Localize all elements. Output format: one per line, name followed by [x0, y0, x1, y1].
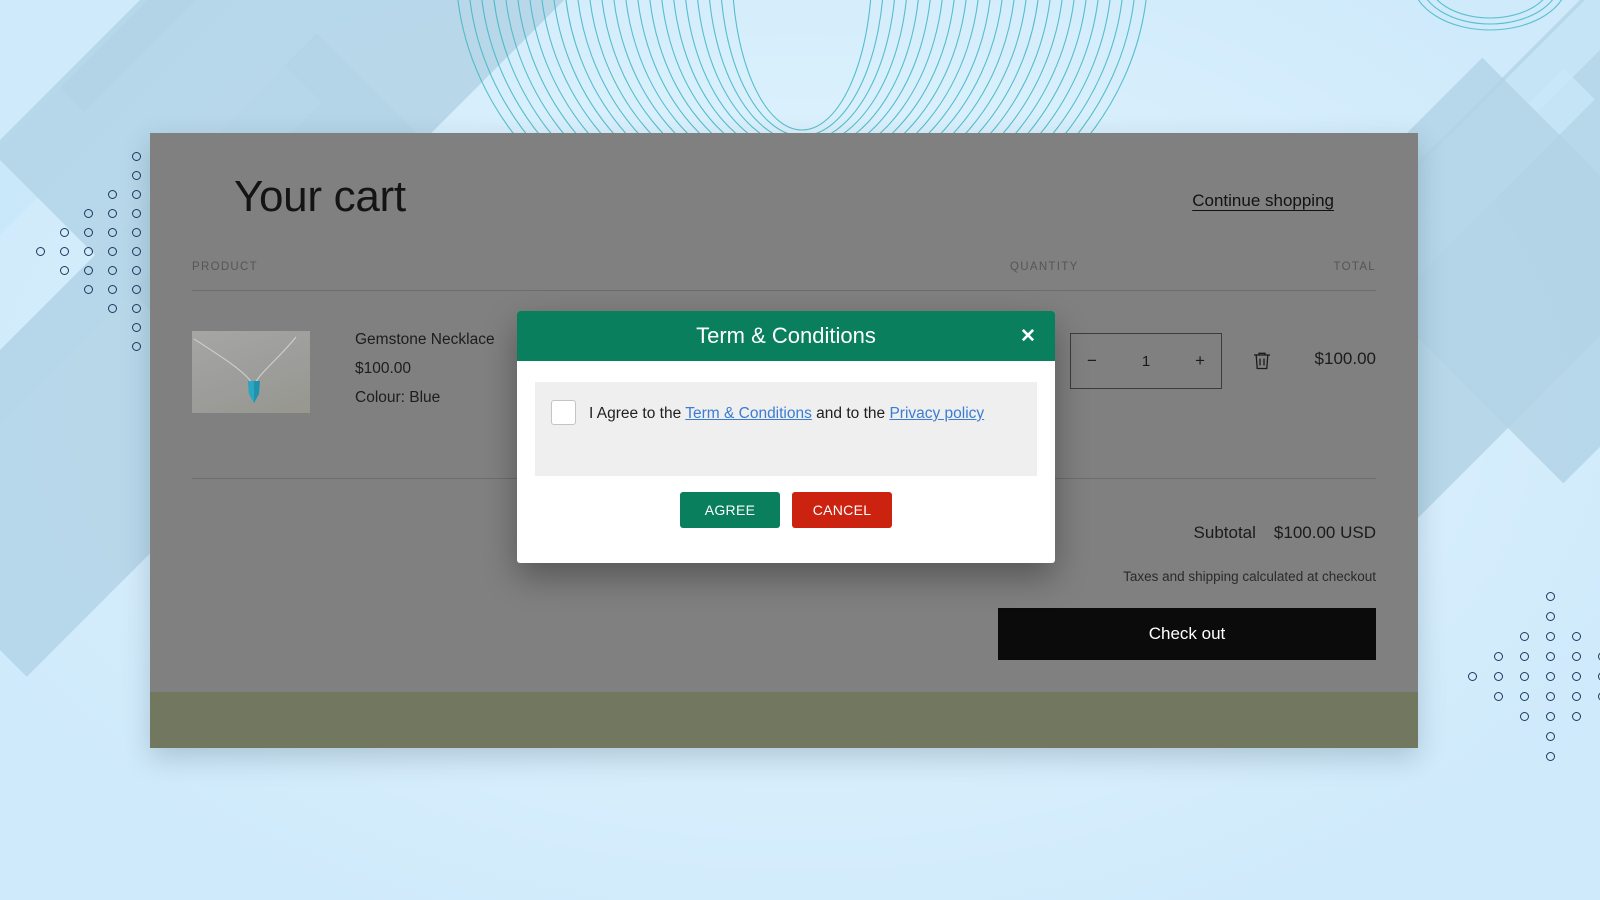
product-price: $100.00	[355, 360, 412, 377]
consent-middle: and to the	[811, 405, 890, 422]
consent-text: I Agree to the Term & Conditions and to …	[589, 399, 984, 429]
tax-shipping-note: Taxes and shipping calculated at checkou…	[1123, 569, 1376, 584]
quantity-value[interactable]: 1	[1142, 353, 1150, 370]
decorative-dot-pattern-right	[1468, 592, 1600, 772]
product-variant: Colour: Blue	[355, 389, 441, 406]
modal-title: Term & Conditions	[696, 323, 876, 348]
terms-conditions-link[interactable]: Term & Conditions	[685, 405, 812, 422]
trash-icon[interactable]	[1250, 349, 1274, 373]
column-header-product: PRODUCT	[192, 261, 258, 273]
divider-top	[192, 290, 1376, 291]
modal-actions: AGREE CANCEL	[535, 492, 1037, 528]
consent-prefix: I Agree to the	[589, 405, 686, 422]
line-item-total: $100.00	[1314, 349, 1376, 368]
subtotal-label: Subtotal	[1193, 523, 1256, 542]
page-footer-bar	[150, 692, 1418, 748]
column-header-quantity: QUANTITY	[1010, 261, 1079, 273]
continue-shopping-link[interactable]: Continue shopping	[1192, 191, 1334, 211]
quantity-decrease-button[interactable]: −	[1087, 351, 1097, 371]
checkout-button[interactable]: Check out	[998, 608, 1376, 660]
cart-header: Your cart Continue shopping	[192, 133, 1376, 247]
cart-column-headers: PRODUCT QUANTITY TOTAL	[192, 261, 1376, 283]
privacy-policy-link[interactable]: Privacy policy	[889, 405, 984, 422]
terms-conditions-modal: Term & Conditions ✕ I Agree to the Term …	[517, 311, 1055, 563]
subtotal-value: $100.00 USD	[1273, 523, 1376, 542]
product-name[interactable]: Gemstone Necklace	[355, 331, 495, 349]
modal-body: I Agree to the Term & Conditions and to …	[517, 361, 1055, 528]
consent-panel: I Agree to the Term & Conditions and to …	[535, 382, 1037, 476]
modal-header: Term & Conditions ✕	[517, 311, 1055, 361]
close-icon[interactable]: ✕	[1015, 323, 1041, 349]
page-root: Your cart Continue shopping PRODUCT QUAN…	[0, 0, 1600, 900]
agree-button[interactable]: AGREE	[680, 492, 780, 528]
product-thumbnail[interactable]	[192, 331, 310, 413]
agree-checkbox[interactable]	[551, 400, 576, 425]
decorative-arc-corner	[1417, 0, 1563, 31]
page-title: Your cart	[234, 172, 406, 221]
consent-row: I Agree to the Term & Conditions and to …	[551, 399, 1017, 429]
cancel-button[interactable]: CANCEL	[792, 492, 892, 528]
quantity-increase-button[interactable]: +	[1195, 351, 1205, 371]
quantity-stepper[interactable]: − 1 +	[1070, 333, 1222, 389]
column-header-total: TOTAL	[1333, 261, 1376, 273]
